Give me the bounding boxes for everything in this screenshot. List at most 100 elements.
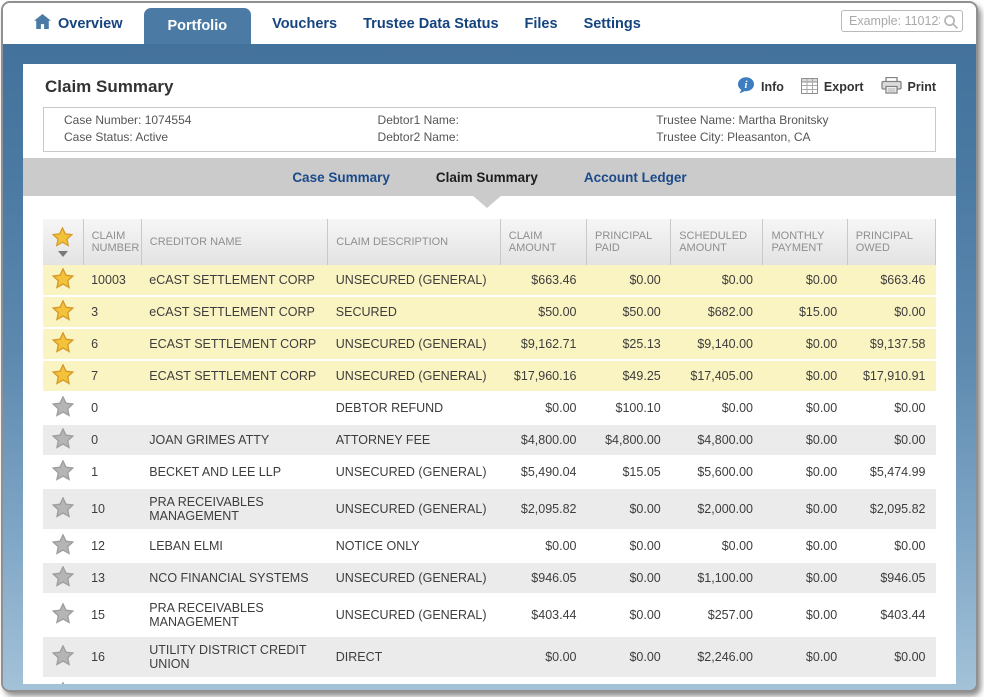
principal-owed-cell: $0.00 — [847, 530, 935, 562]
principal-owed-cell: $0.00 — [847, 296, 935, 328]
claim-row[interactable]: 16UTILITY DISTRICT CREDIT UNIONDIRECT$0.… — [43, 636, 936, 678]
principal-paid-cell: $15.05 — [586, 456, 670, 488]
info-button[interactable]: i Info — [737, 77, 784, 97]
star-sort-header[interactable] — [43, 219, 83, 265]
scheduled-amount-cell: $682.00 — [671, 296, 763, 328]
claims-table: CLAIM NUMBER CREDITOR NAME CLAIM DESCRIP… — [43, 219, 936, 684]
claim-description-cell: UNSECURED (GENERAL) — [328, 360, 500, 392]
col-claim-amount[interactable]: CLAIM AMOUNT — [500, 219, 586, 265]
principal-owed-cell: $9,137.58 — [847, 328, 935, 360]
claim-amount-cell: $946.05 — [500, 562, 586, 594]
star-icon-inactive[interactable] — [43, 392, 83, 424]
star-icon-inactive[interactable] — [43, 562, 83, 594]
claim-row[interactable]: WELLS FARGO FKA — [43, 678, 936, 684]
tab-trustee-data-status-label: Trustee Data Status — [363, 16, 498, 32]
claim-row[interactable]: 7ECAST SETTLEMENT CORPUNSECURED (GENERAL… — [43, 360, 936, 392]
tab-vouchers-label: Vouchers — [272, 16, 337, 32]
scheduled-amount-cell: $4,800.00 — [671, 424, 763, 456]
claim-description-cell: UNSECURED (GENERAL) — [328, 488, 500, 530]
col-principal-owed[interactable]: PRINCIPAL OWED — [847, 219, 935, 265]
col-claim-number[interactable]: CLAIM NUMBER — [83, 219, 141, 265]
claim-row[interactable]: 0JOAN GRIMES ATTYATTORNEY FEE$4,800.00$4… — [43, 424, 936, 456]
claim-amount-cell: $663.46 — [500, 265, 586, 296]
col-creditor-name[interactable]: CREDITOR NAME — [141, 219, 328, 265]
col-scheduled-amount[interactable]: SCHEDULED AMOUNT — [671, 219, 763, 265]
tab-settings-label: Settings — [584, 16, 641, 32]
print-button[interactable]: Print — [881, 77, 936, 97]
star-icon-inactive[interactable] — [43, 488, 83, 530]
monthly-payment-cell: $0.00 — [763, 456, 847, 488]
col-principal-paid[interactable]: PRINCIPAL PAID — [586, 219, 670, 265]
home-icon — [34, 14, 51, 33]
claim-number-cell: 10003 — [83, 265, 141, 296]
claim-row[interactable]: 10003eCAST SETTLEMENT CORPUNSECURED (GEN… — [43, 265, 936, 296]
content-panel: Claim Summary i Info — [23, 64, 956, 684]
creditor-name-cell: PRA RECEIVABLES MANAGEMENT — [141, 488, 328, 530]
subtab-case-summary[interactable]: Case Summary — [292, 170, 390, 185]
star-icon-inactive[interactable] — [43, 530, 83, 562]
tab-portfolio[interactable]: Portfolio — [144, 8, 252, 44]
tab-overview-label: Overview — [58, 16, 123, 32]
export-button[interactable]: Export — [801, 78, 864, 97]
star-icon-active[interactable] — [43, 328, 83, 360]
tab-files[interactable]: Files — [512, 3, 571, 44]
tab-overview[interactable]: Overview — [21, 3, 136, 44]
claim-row[interactable]: 15PRA RECEIVABLES MANAGEMENTUNSECURED (G… — [43, 594, 936, 636]
monthly-payment-cell: $0.00 — [763, 265, 847, 296]
claim-row[interactable]: 0DEBTOR REFUND$0.00$100.10$0.00$0.00$0.0… — [43, 392, 936, 424]
debtor2-name: Debtor2 Name: — [378, 129, 657, 146]
search-icon[interactable] — [943, 14, 959, 35]
principal-owed-cell: $0.00 — [847, 424, 935, 456]
principal-paid-cell: $0.00 — [586, 488, 670, 530]
scheduled-amount-cell: $2,246.00 — [671, 636, 763, 678]
export-button-label: Export — [824, 80, 864, 94]
col-monthly-payment[interactable]: MONTHLY PAYMENT — [763, 219, 847, 265]
claim-row[interactable]: 13NCO FINANCIAL SYSTEMSUNSECURED (GENERA… — [43, 562, 936, 594]
claim-row[interactable]: 6ECAST SETTLEMENT CORPUNSECURED (GENERAL… — [43, 328, 936, 360]
creditor-name-cell: NCO FINANCIAL SYSTEMS — [141, 562, 328, 594]
star-icon-inactive[interactable] — [43, 678, 83, 684]
top-navigation: Overview Portfolio Vouchers Trustee Data… — [3, 3, 976, 44]
monthly-payment-cell: $0.00 — [763, 328, 847, 360]
scheduled-amount-cell: $1,100.00 — [671, 562, 763, 594]
creditor-name-cell — [141, 392, 328, 424]
subtab-account-ledger[interactable]: Account Ledger — [584, 170, 687, 185]
creditor-name-cell: BECKET AND LEE LLP — [141, 456, 328, 488]
principal-paid-cell: $49.25 — [586, 360, 670, 392]
star-icon-inactive[interactable] — [43, 636, 83, 678]
star-icon-active[interactable] — [43, 360, 83, 392]
principal-paid-cell: $0.00 — [586, 265, 670, 296]
principal-paid-cell: $100.10 — [586, 392, 670, 424]
sort-caret-icon — [58, 251, 68, 257]
col-claim-description[interactable]: CLAIM DESCRIPTION — [328, 219, 500, 265]
monthly-payment-cell — [763, 678, 847, 684]
claim-description-cell: DEBTOR REFUND — [328, 392, 500, 424]
tab-trustee-data-status[interactable]: Trustee Data Status — [350, 3, 511, 44]
tab-vouchers[interactable]: Vouchers — [259, 3, 350, 44]
export-icon — [801, 78, 818, 97]
principal-owed-cell — [847, 678, 935, 684]
star-icon-inactive[interactable] — [43, 456, 83, 488]
trustee-name: Trustee Name: Martha Bronitsky — [656, 112, 935, 129]
claim-amount-cell: $0.00 — [500, 530, 586, 562]
scheduled-amount-cell: $2,000.00 — [671, 488, 763, 530]
claim-amount-cell — [500, 678, 586, 684]
claim-row[interactable]: 12LEBAN ELMINOTICE ONLY$0.00$0.00$0.00$0… — [43, 530, 936, 562]
star-icon-inactive[interactable] — [43, 424, 83, 456]
claim-number-cell: 3 — [83, 296, 141, 328]
principal-owed-cell: $663.46 — [847, 265, 935, 296]
creditor-name-cell: LEBAN ELMI — [141, 530, 328, 562]
claim-row[interactable]: 3eCAST SETTLEMENT CORPSECURED$50.00$50.0… — [43, 296, 936, 328]
star-icon-active[interactable] — [43, 296, 83, 328]
star-icon-active[interactable] — [43, 265, 83, 296]
subtab-claim-summary[interactable]: Claim Summary — [436, 170, 538, 185]
monthly-payment-cell: $0.00 — [763, 488, 847, 530]
claim-row[interactable]: 1BECKET AND LEE LLPUNSECURED (GENERAL)$5… — [43, 456, 936, 488]
creditor-name-cell: ECAST SETTLEMENT CORP — [141, 328, 328, 360]
principal-paid-cell: $0.00 — [586, 562, 670, 594]
star-icon-inactive[interactable] — [43, 594, 83, 636]
claim-number-cell: 13 — [83, 562, 141, 594]
claim-row[interactable]: 10PRA RECEIVABLES MANAGEMENTUNSECURED (G… — [43, 488, 936, 530]
tab-settings[interactable]: Settings — [571, 3, 654, 44]
scheduled-amount-cell: $257.00 — [671, 594, 763, 636]
